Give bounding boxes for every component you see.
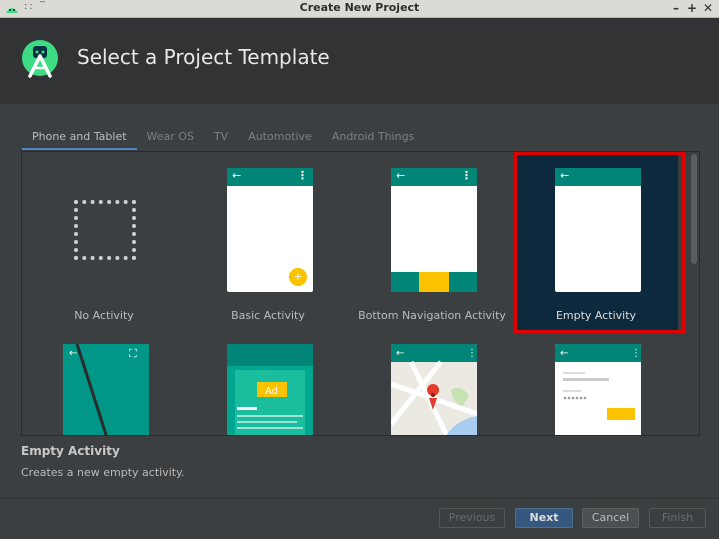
window-title: Create New Project	[299, 1, 420, 14]
template-empty-activity[interactable]: ← Empty Activity	[514, 152, 678, 332]
app-bar: ← ⋮	[227, 168, 313, 186]
overflow-menu-icon: ⋮	[297, 169, 308, 182]
overflow-menu-icon: ⋮	[631, 348, 641, 359]
tab-automotive[interactable]: Automotive	[238, 128, 322, 150]
template-preview: ←	[555, 168, 641, 292]
template-preview: ← ⋮ +	[227, 168, 313, 292]
maximize-button[interactable]: +	[685, 1, 699, 16]
tab-phone-and-tablet[interactable]: Phone and Tablet	[22, 128, 137, 150]
template-label: Bottom Navigation Activity	[358, 309, 506, 322]
template-login-activity[interactable]: ← ⋮	[514, 332, 678, 435]
page-title: Select a Project Template	[77, 45, 330, 69]
maps-preview: ← ⋮	[391, 344, 477, 435]
wizard-footer: Previous Next Cancel Finish	[0, 498, 719, 539]
previous-button[interactable]: Previous	[439, 508, 505, 528]
template-grid: No Activity ← ⋮ + Basic Activity ← ⋮ Bot…	[21, 151, 700, 436]
cancel-button[interactable]: Cancel	[582, 508, 639, 528]
empty-placeholder-icon	[74, 200, 136, 260]
template-description-text: Creates a new empty activity.	[21, 466, 185, 479]
next-button[interactable]: Next	[515, 508, 573, 528]
scrollbar-thumb[interactable]	[691, 154, 697, 264]
ad-preview: Ad	[227, 344, 313, 435]
login-preview: ← ⋮	[555, 344, 641, 435]
fab-icon: +	[289, 268, 307, 286]
minimize-button[interactable]: –	[669, 1, 683, 16]
template-fullscreen-activity[interactable]: ← ⛶	[22, 332, 186, 435]
template-label: Basic Activity	[231, 309, 305, 322]
fullscreen-preview: ← ⛶	[63, 344, 149, 435]
back-arrow-icon: ←	[560, 348, 568, 359]
app-bar: ←	[555, 168, 641, 186]
template-description-title: Empty Activity	[21, 444, 120, 458]
tab-wear-os[interactable]: Wear OS	[137, 128, 204, 150]
tab-android-things[interactable]: Android Things	[322, 128, 424, 150]
template-bottom-navigation-activity[interactable]: ← ⋮ Bottom Navigation Activity	[350, 152, 514, 332]
android-studio-logo-icon	[22, 40, 58, 78]
finish-button[interactable]: Finish	[649, 508, 706, 528]
template-google-maps-activity[interactable]: ← ⋮	[350, 332, 514, 435]
overflow-menu-icon: ⋮	[461, 169, 472, 182]
wizard-header: Select a Project Template	[0, 18, 719, 104]
tab-tv[interactable]: TV	[204, 128, 238, 150]
app-bar: ← ⋮	[391, 168, 477, 186]
template-label: Empty Activity	[555, 309, 637, 322]
template-grid-scrollbar[interactable]	[690, 152, 698, 435]
template-basic-activity[interactable]: ← ⋮ + Basic Activity	[186, 152, 350, 332]
bottom-navigation-bar	[391, 272, 477, 292]
close-button[interactable]: ✕	[701, 1, 715, 16]
back-arrow-icon: ←	[69, 348, 77, 359]
title-bar: :: ‾ Create New Project – + ✕	[0, 0, 719, 18]
form-factor-tabs: Phone and Tablet Wear OS TV Automotive A…	[22, 128, 424, 150]
ad-badge: Ad	[265, 386, 278, 397]
back-arrow-icon: ←	[396, 169, 406, 182]
back-arrow-icon: ←	[396, 348, 404, 359]
overflow-menu-icon: ⋮	[467, 348, 477, 359]
template-ad-activity[interactable]: Ad	[186, 332, 350, 435]
create-project-window: :: ‾ Create New Project – + ✕ Select a P…	[0, 0, 719, 539]
bottom-nav-selected-item	[419, 272, 449, 292]
back-arrow-icon: ←	[232, 169, 242, 182]
template-preview: ← ⋮	[391, 168, 477, 292]
template-no-activity[interactable]: No Activity	[22, 152, 186, 332]
template-label: No Activity	[74, 309, 134, 322]
back-arrow-icon: ←	[560, 169, 570, 182]
fullscreen-icon: ⛶	[129, 347, 137, 360]
